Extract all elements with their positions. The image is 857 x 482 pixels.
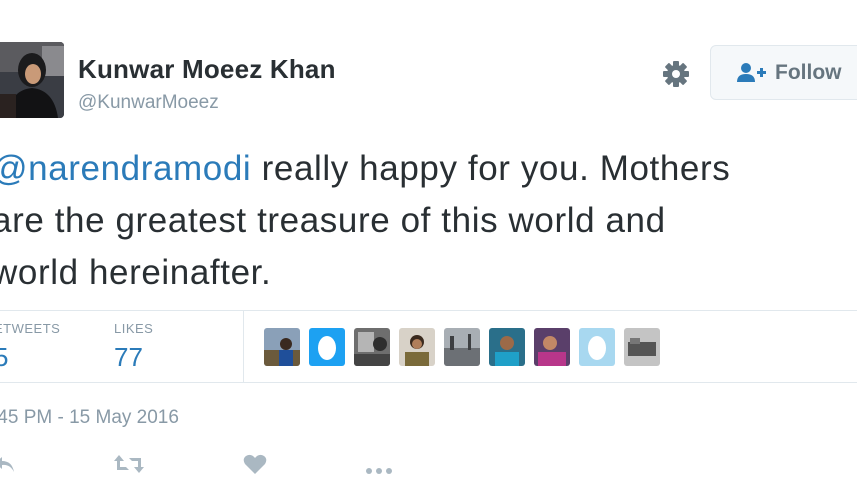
gear-icon[interactable] [660,58,692,90]
tweet-text: @narendramodi really happy for you. Moth… [0,143,857,299]
author-avatar[interactable] [0,42,64,118]
reply-icon[interactable] [0,453,16,480]
liker-avatar[interactable] [624,328,660,366]
liker-avatar-default[interactable] [579,328,615,366]
likers-avatars [264,328,660,366]
tweet-card: Kunwar Moeez Khan @KunwarMoeez Follow @n… [0,0,857,482]
liker-avatar[interactable] [399,328,435,366]
liker-avatar[interactable] [264,328,300,366]
like-icon[interactable] [243,453,267,480]
liker-avatar[interactable] [489,328,525,366]
likes-label: LIKES [114,321,154,336]
stats-separator [243,311,244,382]
follow-button[interactable]: Follow [710,45,857,100]
more-icon[interactable] [365,462,397,480]
liker-avatar-default[interactable] [309,328,345,366]
liker-avatar[interactable] [354,328,390,366]
add-user-icon [737,62,767,84]
tweet-timestamp[interactable]: :45 PM - 15 May 2016 [0,407,179,429]
retweets-label: ETWEETS [0,321,61,336]
likes-count[interactable]: 77 [114,342,143,373]
divider [0,382,857,383]
mention-link[interactable]: @narendramodi [0,149,251,188]
liker-avatar[interactable] [534,328,570,366]
tweet-text-line-1: really happy for you. Mothers [251,149,731,188]
follow-label: Follow [775,60,842,84]
author-handle[interactable]: @KunwarMoeez [78,92,219,114]
author-name[interactable]: Kunwar Moeez Khan [78,54,336,85]
retweets-count[interactable]: 5 [0,342,8,373]
tweet-text-line-3: world hereinafter. [0,253,272,292]
liker-avatar[interactable] [444,328,480,366]
tweet-text-line-2: are the greatest treasure of this world … [0,201,666,240]
divider [0,310,857,311]
retweet-icon[interactable] [113,453,145,480]
